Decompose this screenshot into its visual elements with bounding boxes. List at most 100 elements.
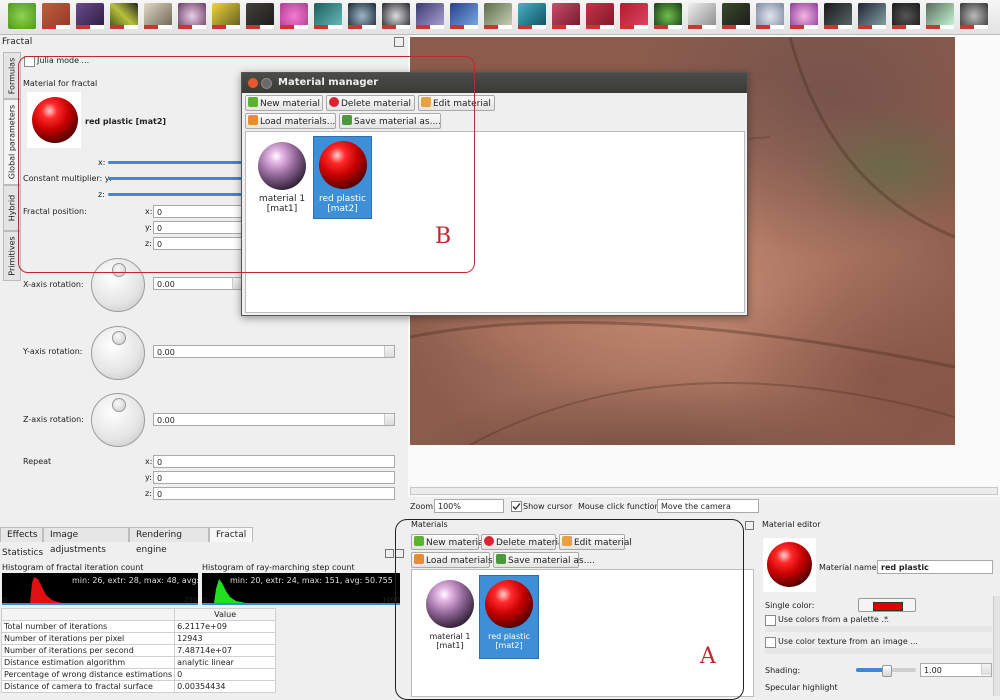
shading-input[interactable]: 1.00 xyxy=(920,663,992,677)
preset-thumbnail[interactable] xyxy=(688,3,716,29)
repeat-z-label: z: xyxy=(145,489,152,498)
raymarching-histogram: min: 20, extr: 24, max: 151, avg: 50.755 xyxy=(202,573,400,603)
preset-thumbnail[interactable] xyxy=(552,3,580,29)
annotation-box-b xyxy=(18,56,475,273)
histogram2-scale xyxy=(202,603,400,605)
repeat-y-input[interactable]: 0 xyxy=(153,471,395,484)
preset-thumbnail[interactable] xyxy=(144,3,172,29)
preset-thumbnail[interactable] xyxy=(484,3,512,29)
tab-image-adjustments[interactable]: Image adjustments xyxy=(43,527,129,555)
value-header: Value xyxy=(174,608,277,621)
preset-thumbnail[interactable] xyxy=(960,3,988,29)
repeat-z-input[interactable]: 0 xyxy=(153,487,395,500)
show-cursor-checkbox[interactable] xyxy=(511,501,522,512)
table-row: Distance of camera to fractal surface 0.0… xyxy=(0,680,277,693)
y-axis-rotation-label: Y-axis rotation: xyxy=(23,347,83,356)
preset-thumbnail[interactable] xyxy=(450,3,478,29)
preset-thumbnail[interactable] xyxy=(382,3,410,29)
statistics-table: Value Total number of iterations 6.2117e+… xyxy=(0,608,277,693)
use-palette-checkbox[interactable] xyxy=(765,615,776,626)
tab-fractal[interactable]: Fractal xyxy=(209,527,253,542)
specular-highlight-label: Specular highlight xyxy=(765,683,838,692)
preset-thumbnail[interactable] xyxy=(416,3,444,29)
material-editor-title: Material editor xyxy=(762,520,821,529)
statistics-title: Statistics xyxy=(2,548,44,558)
table-row: Number of iterations per pixel 12943 xyxy=(0,632,277,645)
histogram1-title: Histogram of fractal iteration count xyxy=(2,563,144,572)
preset-thumbnail[interactable] xyxy=(756,3,784,29)
histogram1-scale xyxy=(2,603,198,605)
preset-thumbnail[interactable] xyxy=(654,3,682,29)
repeat-x-input[interactable]: 0 xyxy=(153,455,395,468)
color-picker-button[interactable] xyxy=(858,598,916,612)
use-texture-checkbox[interactable] xyxy=(765,637,776,648)
material-name-label: Material name: xyxy=(819,563,880,572)
preset-thumbnail[interactable] xyxy=(858,3,886,29)
histogram2-title: Histogram of ray-marching step count xyxy=(202,563,355,572)
tab-effects[interactable]: Effects xyxy=(0,527,43,542)
preset-thumbnail[interactable] xyxy=(42,3,70,29)
shading-slider[interactable] xyxy=(856,665,916,677)
float-dock-icon[interactable] xyxy=(745,521,754,530)
palette-bar xyxy=(765,626,992,632)
mouse-click-select[interactable]: Move the camera xyxy=(657,499,759,513)
z-axis-rotation-input[interactable]: 0.00 xyxy=(153,413,395,426)
shading-label: Shading: xyxy=(765,666,801,675)
shading-slider-handle[interactable] xyxy=(882,665,892,677)
annotation-box-a xyxy=(395,519,744,700)
preset-thumbnail[interactable] xyxy=(790,3,818,29)
mouse-click-label: Mouse click function: xyxy=(578,502,663,511)
repeat-label: Repeat xyxy=(23,457,52,466)
material-editor-dock: Material editor Material name: red plast… xyxy=(760,518,1000,700)
add-preset-icon[interactable] xyxy=(8,3,36,29)
float-dock-icon[interactable] xyxy=(394,37,404,47)
dock-title: Fractal xyxy=(2,37,33,47)
table-row: Percentage of wrong distance estimations… xyxy=(0,668,277,681)
table-row: Total number of iterations 6.2117e+09 xyxy=(0,620,277,633)
use-palette-label: Use colors from a palette ... xyxy=(778,615,889,624)
zoom-label: Zoom: xyxy=(410,502,436,511)
y-rotation-dial[interactable] xyxy=(91,326,145,380)
preset-thumbnail[interactable] xyxy=(280,3,308,29)
material-name-input[interactable]: red plastic xyxy=(877,560,993,574)
float-dock-icon[interactable] xyxy=(385,549,394,558)
preset-thumbnail[interactable] xyxy=(722,3,750,29)
editor-scrollbar[interactable] xyxy=(993,596,1000,696)
preset-thumbnail[interactable] xyxy=(314,3,342,29)
x-axis-rotation-input[interactable]: 0.00 xyxy=(153,277,243,290)
use-texture-label: Use color texture from an image ... xyxy=(778,637,918,646)
preset-thumbnail[interactable] xyxy=(76,3,104,29)
preset-thumbnail[interactable] xyxy=(348,3,376,29)
material-sphere-icon xyxy=(767,542,812,587)
z-rotation-dial[interactable] xyxy=(91,393,145,447)
preset-thumbnail[interactable] xyxy=(620,3,648,29)
preset-thumbnail[interactable] xyxy=(110,3,138,29)
table-row: Number of iterations per second 7.48714e+… xyxy=(0,644,277,657)
show-cursor-label: Show cursor xyxy=(523,502,573,511)
horizontal-scrollbar[interactable] xyxy=(410,487,998,495)
histogram2-text: min: 20, extr: 24, max: 151, avg: 50.755 xyxy=(230,576,393,585)
texture-bar xyxy=(765,648,992,654)
single-color-label: Single color: xyxy=(765,601,815,610)
y-axis-rotation-input[interactable]: 0.00 xyxy=(153,345,395,358)
preset-thumbnail[interactable] xyxy=(586,3,614,29)
repeat-x-label: x: xyxy=(145,457,153,466)
preset-thumbnail[interactable] xyxy=(212,3,240,29)
preset-thumbnail[interactable] xyxy=(246,3,274,29)
z-axis-rotation-label: Z-axis rotation: xyxy=(23,415,84,424)
histogram1-axis-end: 250 xyxy=(184,596,198,604)
histogram2-axis-start: 0 xyxy=(203,596,208,604)
palette-asterisk: * xyxy=(884,615,888,624)
repeat-y-label: y: xyxy=(145,473,152,482)
preset-thumbnail[interactable] xyxy=(926,3,954,29)
preset-thumbnail[interactable] xyxy=(892,3,920,29)
zoom-select[interactable]: 100% xyxy=(434,499,504,513)
x-axis-rotation-label: X-axis rotation: xyxy=(23,280,84,289)
statistics-dock: Statistics Histogram of fractal iteratio… xyxy=(0,545,405,700)
iteration-histogram: min: 26, extr: 28, max: 48, avg: 34.0791 xyxy=(2,573,235,603)
preset-thumbnail[interactable] xyxy=(518,3,546,29)
tab-rendering-engine[interactable]: Rendering engine xyxy=(129,527,209,555)
preset-thumbnail[interactable] xyxy=(824,3,852,29)
table-row: Distance estimation algorithm analytic li… xyxy=(0,656,277,669)
preset-thumbnail[interactable] xyxy=(178,3,206,29)
